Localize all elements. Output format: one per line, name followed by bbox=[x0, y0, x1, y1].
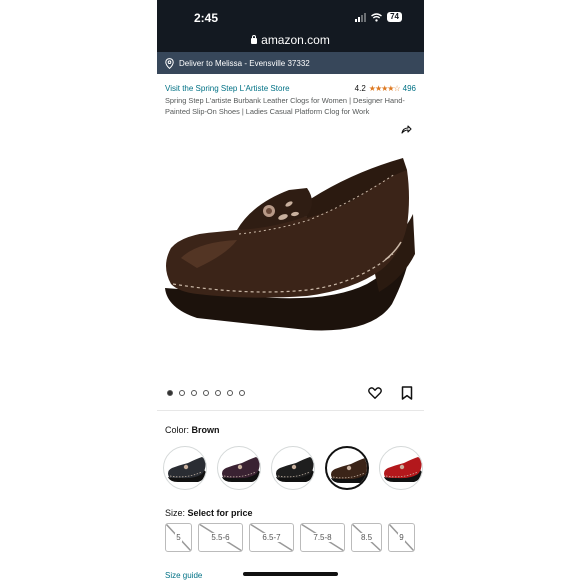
store-rating-row: Visit the Spring Step L'Artiste Store 4.… bbox=[165, 84, 416, 93]
size-option[interactable]: 7.5-8 bbox=[300, 523, 345, 552]
size-option[interactable]: 9 bbox=[388, 523, 415, 552]
size-option-label: 6.5-7 bbox=[261, 533, 282, 542]
url-bar[interactable]: amazon.com bbox=[157, 33, 424, 47]
location-pin-icon bbox=[165, 57, 174, 69]
share-icon[interactable] bbox=[398, 122, 414, 138]
image-carousel-dots[interactable] bbox=[167, 390, 245, 396]
deliver-to-bar[interactable]: Deliver to Melissa - Evensville 37332 bbox=[157, 52, 424, 74]
size-option[interactable]: 6.5-7 bbox=[249, 523, 294, 552]
product-title: Spring Step L'artiste Burbank Leather Cl… bbox=[165, 96, 405, 116]
product-image[interactable] bbox=[157, 118, 424, 373]
heart-icon[interactable] bbox=[368, 386, 382, 400]
color-swatch[interactable] bbox=[379, 446, 423, 490]
size-option[interactable]: 5.5-6 bbox=[198, 523, 243, 552]
color-swatch[interactable] bbox=[271, 446, 315, 490]
cellular-signal-icon bbox=[355, 12, 367, 22]
shoe-thumbnail-icon bbox=[384, 457, 422, 482]
shoe-thumbnail-icon bbox=[331, 458, 367, 483]
carousel-dot[interactable] bbox=[203, 390, 209, 396]
carousel-dot[interactable] bbox=[227, 390, 233, 396]
color-label: Color: Brown bbox=[165, 425, 220, 435]
size-label-text: Size: bbox=[165, 508, 186, 518]
size-option-label: 9 bbox=[398, 533, 405, 542]
color-swatch[interactable] bbox=[217, 446, 261, 490]
carousel-dot[interactable] bbox=[167, 390, 173, 396]
carousel-dot[interactable] bbox=[239, 390, 245, 396]
size-option-label: 8.5 bbox=[359, 533, 374, 542]
size-option[interactable]: 5 bbox=[165, 523, 192, 552]
star-rating-icon: ★★★★☆ bbox=[368, 84, 401, 93]
size-options: 5 5.5-6 6.5-7 7.5-8 8.5 9 bbox=[165, 523, 415, 552]
home-indicator bbox=[243, 572, 338, 576]
browser-top-bar: 2:45 74 amazon.com bbox=[157, 0, 424, 52]
size-option-label: 7.5-8 bbox=[312, 533, 333, 542]
phone-screen: 2:45 74 amazon.com Deliver to Melissa - … bbox=[157, 0, 424, 580]
wifi-icon bbox=[371, 12, 383, 22]
battery-icon: 74 bbox=[387, 12, 402, 22]
carousel-dot[interactable] bbox=[179, 390, 185, 396]
status-time: 2:45 bbox=[194, 11, 219, 25]
store-link[interactable]: Visit the Spring Step L'Artiste Store bbox=[165, 84, 290, 93]
lock-icon bbox=[251, 35, 258, 44]
shoe-thumbnail-icon bbox=[222, 457, 260, 482]
size-label: Size: Select for price bbox=[165, 508, 253, 518]
url-text: amazon.com bbox=[261, 33, 330, 47]
size-option-label: 5.5-6 bbox=[210, 533, 231, 542]
shoe-thumbnail-icon bbox=[276, 457, 314, 482]
rating[interactable]: 4.2 ★★★★☆ 496 bbox=[355, 84, 416, 93]
selected-color: Brown bbox=[191, 425, 220, 435]
color-swatch[interactable] bbox=[163, 446, 207, 490]
status-icons: 74 bbox=[355, 12, 402, 22]
color-swatch[interactable] bbox=[325, 446, 369, 490]
color-label-text: Color: bbox=[165, 425, 190, 435]
bookmark-icon[interactable] bbox=[401, 386, 413, 400]
shoe-thumbnail-icon bbox=[168, 457, 206, 482]
size-selection-prompt: Select for price bbox=[187, 508, 253, 518]
rating-value: 4.2 bbox=[354, 84, 366, 93]
size-guide-link[interactable]: Size guide bbox=[165, 571, 202, 580]
divider bbox=[157, 410, 424, 411]
deliver-to-text: Deliver to Melissa - Evensville 37332 bbox=[179, 58, 310, 68]
carousel-dot[interactable] bbox=[191, 390, 197, 396]
carousel-dot[interactable] bbox=[215, 390, 221, 396]
size-option-label: 5 bbox=[175, 533, 182, 542]
rating-count: 496 bbox=[402, 84, 416, 93]
size-option[interactable]: 8.5 bbox=[351, 523, 382, 552]
color-swatches bbox=[163, 446, 423, 490]
